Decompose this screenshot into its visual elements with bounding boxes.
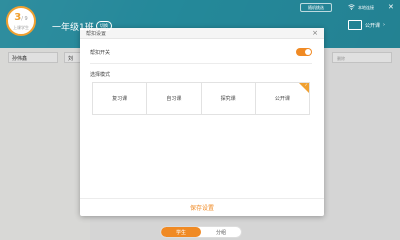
switch-class-button[interactable]: 切换	[96, 21, 112, 31]
mode-option-inquiry[interactable]: 探究课	[202, 83, 256, 114]
connection-status[interactable]: 本地连接	[348, 3, 374, 12]
tab-groups[interactable]: 分组	[201, 227, 241, 237]
mode-option-public[interactable]: 公开课 ✓	[256, 82, 310, 114]
window-close-icon[interactable]: ✕	[388, 3, 394, 11]
divider	[90, 63, 312, 64]
mode-option-review[interactable]: 复习课	[93, 83, 148, 114]
check-icon: ✓	[304, 82, 308, 87]
connection-label: 本地连接	[358, 4, 374, 10]
wifi-icon	[348, 4, 355, 11]
feature-toggle[interactable]	[296, 48, 312, 56]
mode-selector: 复习课 自习课 探究课 公开课 ✓	[92, 82, 310, 115]
chevron-right-icon: ›	[383, 22, 386, 28]
mode-option-label: 自习课	[166, 96, 182, 102]
close-icon[interactable]: ×	[312, 29, 318, 37]
random-pick-button[interactable]: 随机挑选	[300, 3, 332, 12]
screen-icon	[348, 20, 362, 30]
save-button[interactable]: 保存设置	[190, 203, 214, 212]
bottom-tab-bar: 学生 分组	[160, 226, 242, 238]
mode-label: 选择模式	[90, 72, 111, 78]
screen-label: 公开课	[365, 22, 381, 29]
public-class-button[interactable]: 公开课 ›	[348, 20, 385, 30]
mode-option-label: 复习课	[112, 96, 128, 102]
tab-students[interactable]: 学生	[161, 227, 201, 237]
switch-label: 帮扣开关	[90, 49, 111, 56]
mode-option-label: 公开课	[274, 96, 290, 102]
mode-option-self-study[interactable]: 自习课	[147, 83, 202, 114]
dialog-footer: 保存设置	[80, 198, 324, 216]
switch-row: 帮扣开关	[90, 48, 312, 56]
mode-option-label: 探究课	[220, 96, 236, 102]
settings-dialog: 帮扣设置 × 帮扣开关 选择模式 复习课 自习课 探究课 公开课 ✓ 保存设置	[80, 28, 324, 216]
toggle-knob	[305, 49, 311, 55]
progress-total: / 9	[21, 15, 28, 22]
dialog-header: 帮扣设置 ×	[80, 28, 324, 39]
progress-label: 上课学生	[13, 24, 29, 30]
class-name: 一年级1班	[52, 23, 94, 33]
attendance-progress: 3/ 9 上课学生	[6, 6, 36, 36]
